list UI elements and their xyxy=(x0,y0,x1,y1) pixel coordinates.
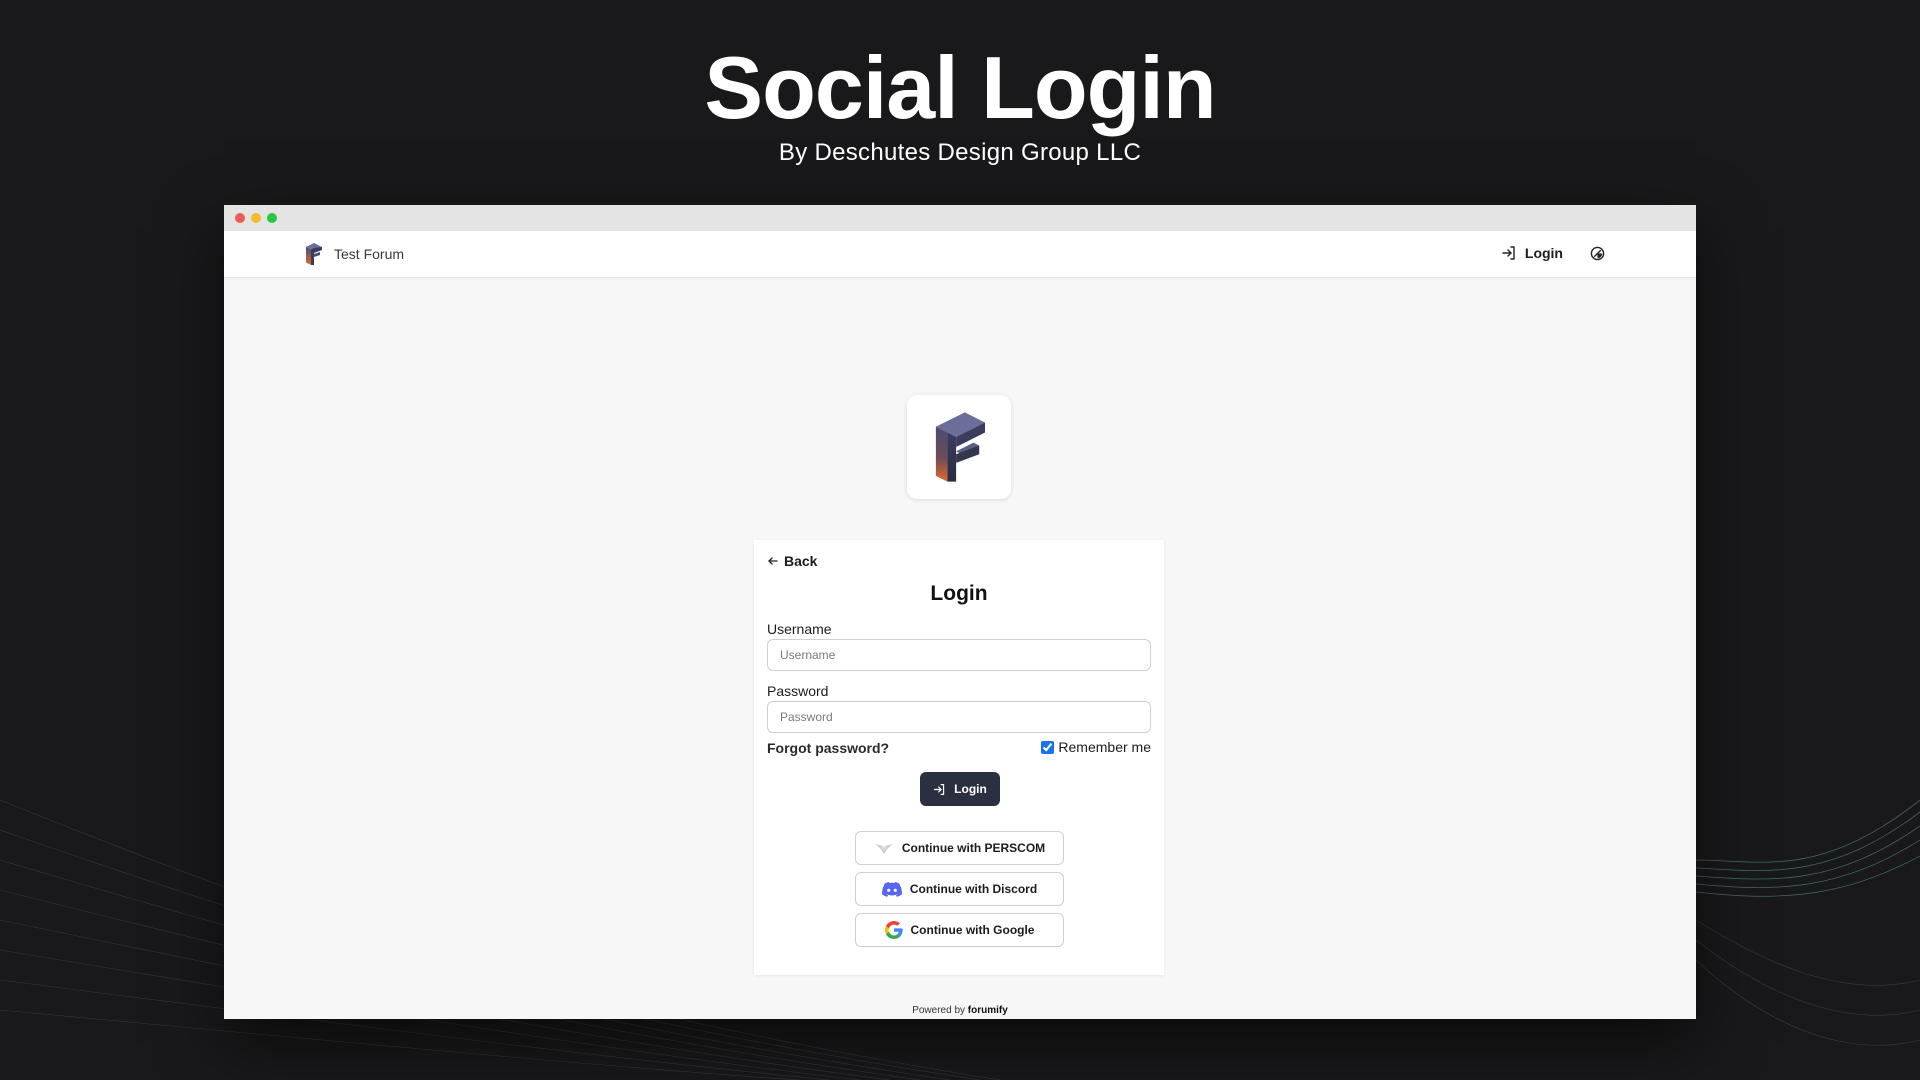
back-link[interactable]: Back xyxy=(767,553,817,569)
back-label: Back xyxy=(784,553,818,569)
hero-subtitle: By Deschutes Design Group LLC xyxy=(778,139,1142,166)
continue-with-perscom-button[interactable]: Continue with PERSCOM xyxy=(855,831,1064,865)
perscom-icon xyxy=(874,844,893,854)
powered-by-prefix: Powered by xyxy=(912,1005,966,1016)
forgot-password-link[interactable]: Forgot password? xyxy=(767,740,889,756)
arrow-left-icon xyxy=(768,557,778,565)
nav-login-label: Login xyxy=(1524,245,1563,261)
username-input[interactable] xyxy=(767,639,1151,671)
theme-toggle-icon xyxy=(1590,246,1605,261)
hero-title: Social Login xyxy=(704,38,1216,137)
close-window-button[interactable] xyxy=(235,213,245,223)
forum-logo-icon xyxy=(306,243,322,265)
login-submit-label: Login xyxy=(954,782,987,796)
remember-me: Remember me xyxy=(1041,739,1151,755)
minimize-window-button[interactable] xyxy=(251,213,261,223)
login-submit-button[interactable]: Login xyxy=(920,772,1000,806)
window-titlebar xyxy=(224,205,1696,231)
login-arrow-icon xyxy=(934,783,945,795)
brand-link[interactable]: Test Forum xyxy=(304,243,404,265)
password-label: Password xyxy=(767,683,829,699)
continue-with-discord-label: Continue with Discord xyxy=(909,882,1038,896)
login-card: Back Login Username Password Forgot pass… xyxy=(754,540,1164,975)
discord-icon xyxy=(881,881,902,897)
powered-by-footer: Powered by forumify xyxy=(224,1005,1696,1016)
continue-with-google-button[interactable]: Continue with Google xyxy=(855,913,1064,947)
continue-with-google-label: Continue with Google xyxy=(910,923,1035,937)
username-label: Username xyxy=(767,621,832,637)
nav-login-link[interactable]: Login xyxy=(1501,245,1563,261)
login-title: Login xyxy=(930,582,988,605)
login-arrow-icon xyxy=(1502,246,1515,260)
remember-me-label: Remember me xyxy=(1058,739,1151,755)
forum-logo-card xyxy=(907,395,1011,499)
brand-name: Test Forum xyxy=(334,246,405,262)
top-navbar: Test Forum Login xyxy=(224,231,1696,278)
remember-me-checkbox[interactable] xyxy=(1041,740,1055,754)
maximize-window-button[interactable] xyxy=(267,213,277,223)
google-icon xyxy=(884,921,903,939)
theme-toggle-button[interactable] xyxy=(1590,246,1605,266)
browser-window: Test Forum Login Back Login Username Use… xyxy=(224,205,1696,1019)
continue-with-discord-button[interactable]: Continue with Discord xyxy=(855,872,1064,906)
powered-by-link[interactable]: forumify xyxy=(968,1005,1008,1016)
password-input[interactable] xyxy=(767,701,1151,733)
continue-with-perscom-label: Continue with PERSCOM xyxy=(901,841,1046,855)
forum-logo-large-icon xyxy=(935,412,985,482)
